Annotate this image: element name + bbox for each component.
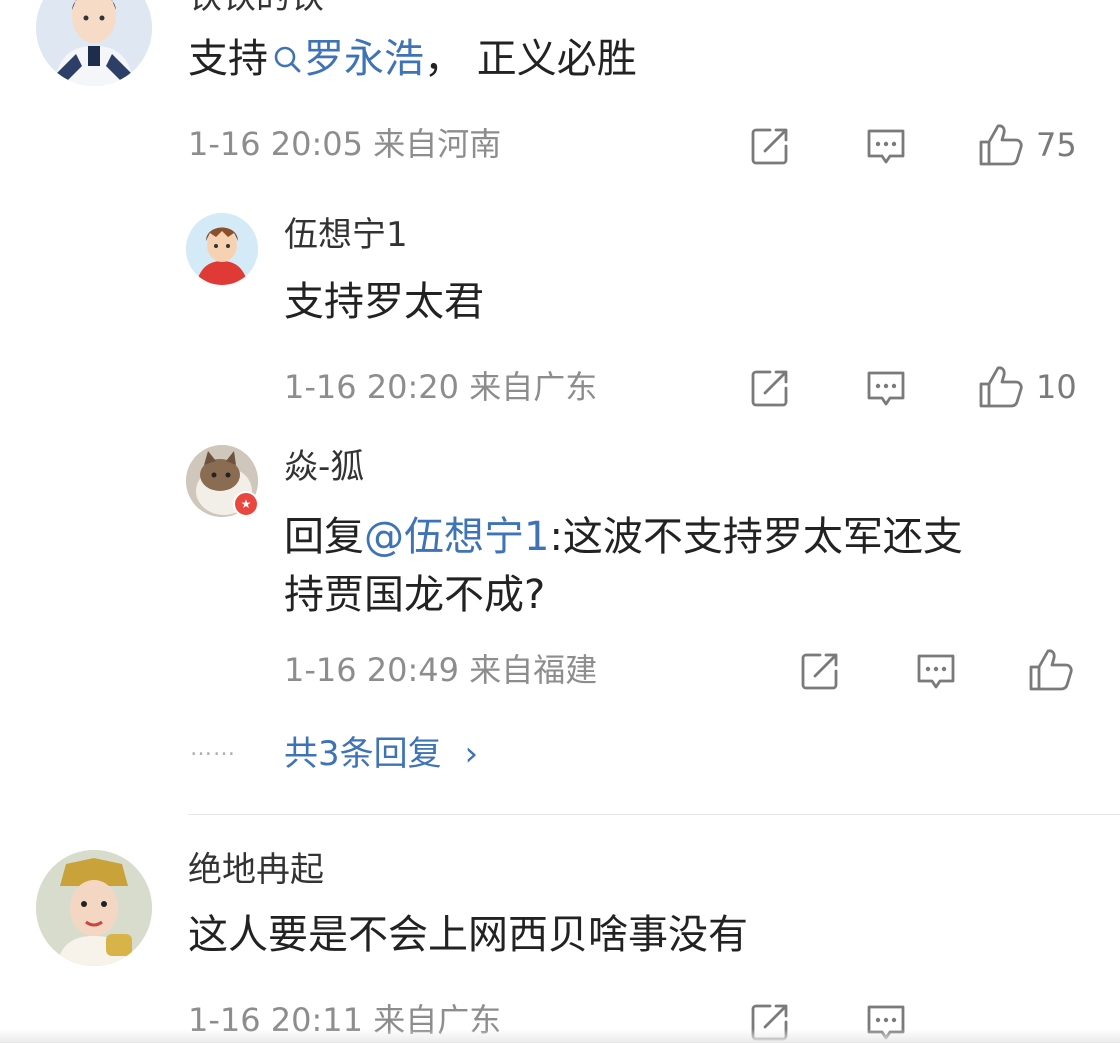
reply-meta: 1-16 20:49 来自福建 [284, 651, 598, 689]
repost-button[interactable] [798, 649, 842, 693]
repost-icon [751, 370, 788, 407]
comment-button[interactable] [864, 366, 908, 410]
reply-meta: 1-16 20:20 来自广东 [284, 368, 598, 406]
comment-button[interactable] [864, 124, 908, 168]
comment-username[interactable]: 绝地冉起 [188, 853, 324, 887]
more-replies-dots: …… [190, 736, 236, 761]
comment-icon [917, 654, 955, 689]
avatar-user-1[interactable] [36, 0, 152, 86]
comment-username[interactable]: 铁铁的铁 [188, 0, 324, 14]
reply-text-suffix: :这波不支持罗太军还支 [549, 514, 963, 560]
like-icon [979, 366, 1023, 408]
more-replies-label: 共3条回复 [284, 734, 442, 774]
avatar-user-4[interactable] [36, 850, 152, 966]
reply-text-line-1: 回复@伍想宁1:这波不支持罗太军还支 [284, 508, 963, 566]
mention-link[interactable]: @伍想宁1 [364, 514, 549, 560]
reply-text: 支持罗太君 [284, 279, 484, 325]
comment-text-prefix: 支持 [188, 36, 268, 82]
like-count: 10 [1036, 368, 1077, 406]
bottom-fade [0, 1029, 1120, 1043]
like-icon [1029, 649, 1073, 691]
verified-badge: ★ [233, 491, 259, 517]
more-replies-link[interactable]: 共3条回复 › [284, 726, 478, 775]
comment-text: 这人要是不会上网西贝啥事没有 [188, 912, 748, 958]
search-icon [274, 46, 301, 73]
reply-text: 回复@伍想宁1:这波不支持罗太军还支 持贾国龙不成? [284, 508, 963, 624]
comment-text: 支持 罗永浩， 正义必胜 [188, 34, 637, 84]
like-count: 75 [1036, 126, 1077, 164]
repost-button[interactable] [748, 366, 792, 410]
comment-text-suffix: ， 正义必胜 [424, 36, 637, 82]
repost-icon [801, 653, 838, 690]
topic-link-label: 罗永浩 [304, 36, 424, 82]
like-button[interactable]: 75 [976, 120, 1077, 170]
comment-meta: 1-16 20:05 来自河南 [188, 125, 502, 163]
like-button[interactable] [1026, 645, 1076, 695]
repost-button[interactable] [748, 124, 792, 168]
comment-icon [867, 129, 905, 164]
reply-text-line-2: 持贾国龙不成? [284, 572, 546, 618]
avatar-image [186, 213, 258, 285]
reply-username[interactable]: 焱-狐 [284, 450, 364, 484]
avatar-user-2[interactable] [186, 213, 258, 285]
avatar-image [36, 850, 152, 966]
comment-button[interactable] [914, 649, 958, 693]
topic-link[interactable]: 罗永浩 [268, 36, 424, 82]
comment-icon [867, 371, 905, 406]
chevron-right-icon: › [464, 734, 479, 774]
comment-divider [188, 814, 1120, 815]
reply-prefix: 回复 [284, 514, 364, 560]
reply-username[interactable]: 伍想宁1 [284, 218, 408, 252]
repost-icon [751, 128, 788, 165]
like-button[interactable]: 10 [976, 362, 1077, 412]
avatar-image [36, 0, 152, 86]
like-icon [979, 124, 1023, 166]
